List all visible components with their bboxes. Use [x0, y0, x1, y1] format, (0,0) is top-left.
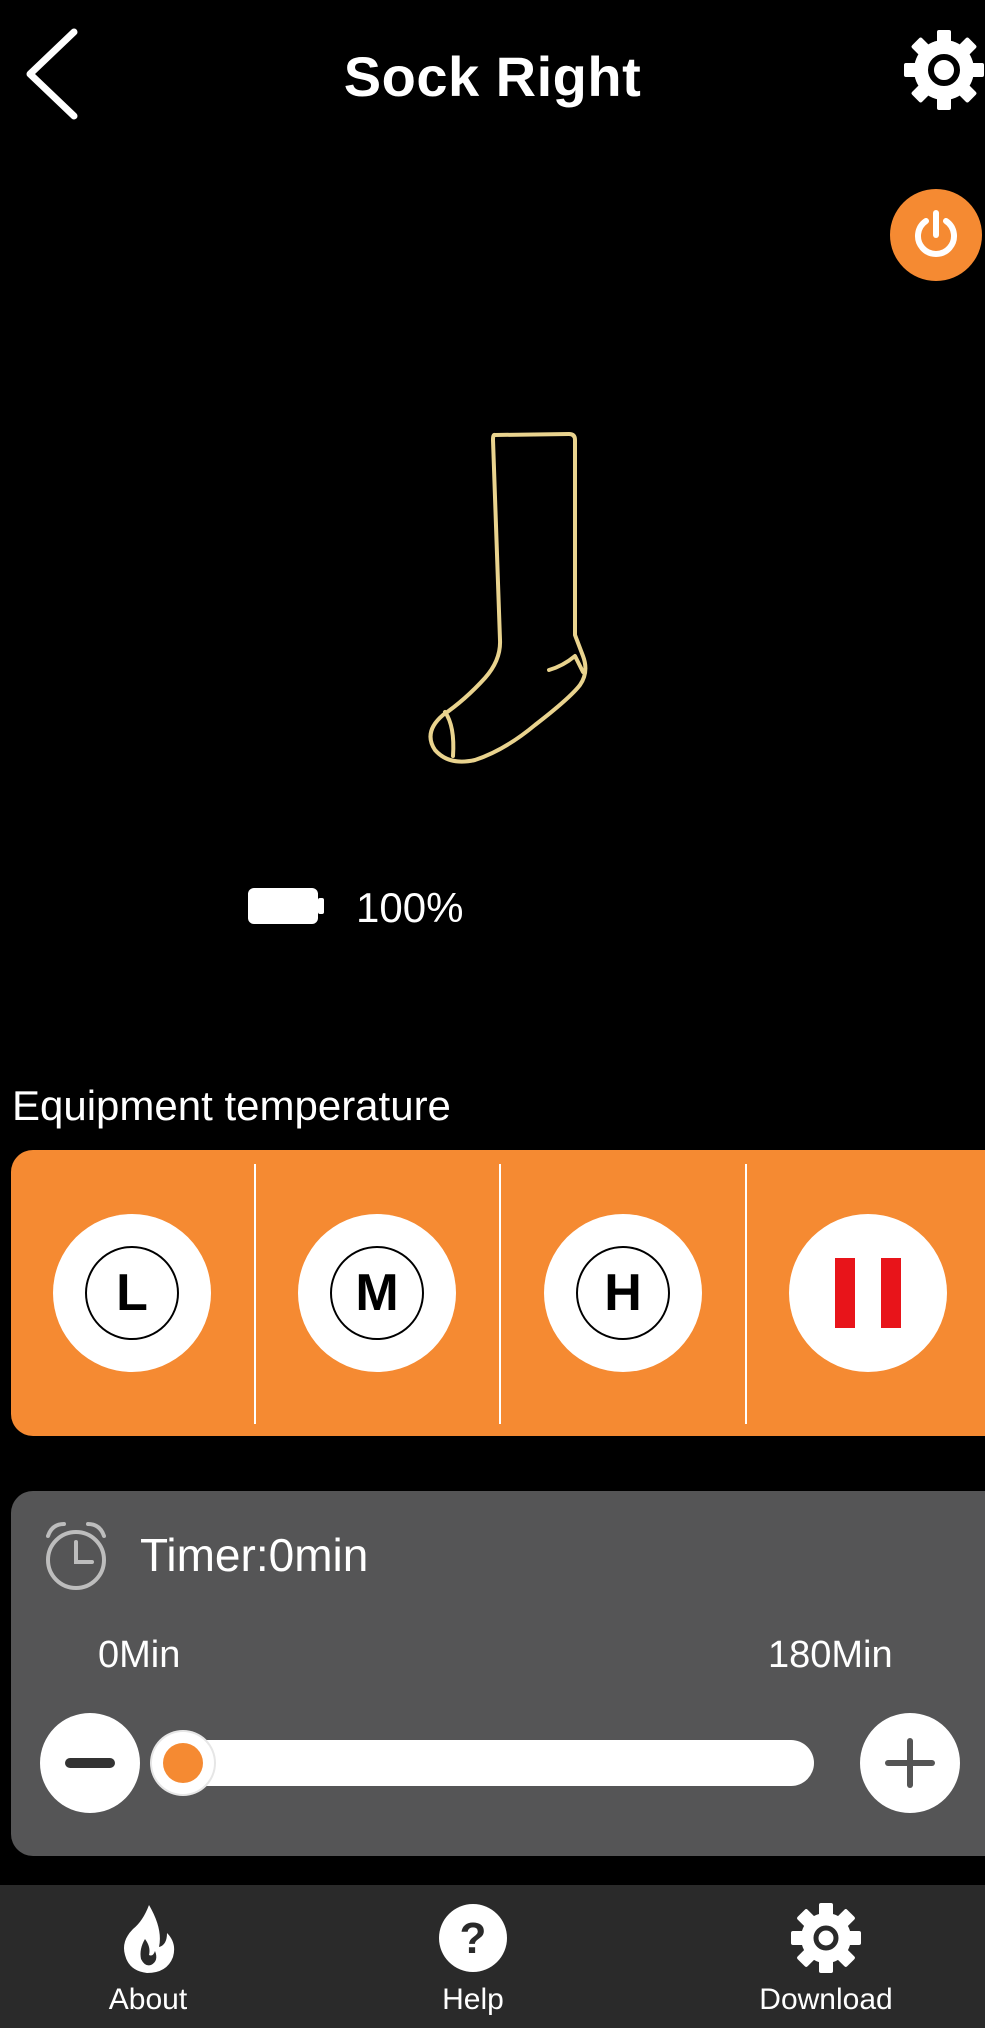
- nav-label-about: About: [108, 1983, 188, 2016]
- timer-slider[interactable]: [152, 1732, 814, 1794]
- nav-item-about[interactable]: About: [38, 1885, 258, 2028]
- power-button[interactable]: [890, 189, 982, 281]
- gear-icon: [791, 1903, 861, 1973]
- pause-button[interactable]: [789, 1214, 947, 1372]
- level-medium-button[interactable]: M: [298, 1214, 456, 1372]
- pause-icon: [822, 1258, 914, 1328]
- battery-icon: [248, 888, 324, 924]
- timer-min-label: 0Min: [98, 1634, 181, 1676]
- level-low-label: L: [85, 1246, 179, 1340]
- nav-label-download: Download: [759, 1983, 893, 2016]
- level-high-button[interactable]: H: [544, 1214, 702, 1372]
- alarm-clock-icon: [46, 1522, 106, 1590]
- minus-icon: [65, 1758, 115, 1768]
- question-icon: ?: [439, 1904, 507, 1972]
- level-low-button[interactable]: L: [53, 1214, 211, 1372]
- gear-icon[interactable]: [900, 26, 985, 126]
- divider: [745, 1164, 747, 1424]
- level-high-label: H: [576, 1246, 670, 1340]
- bottom-nav: About ? Help Download: [0, 1885, 985, 2028]
- battery-level: 100%: [356, 884, 464, 931]
- timer-slider-thumb[interactable]: [152, 1732, 214, 1794]
- flame-icon: [124, 1905, 175, 1973]
- divider: [254, 1164, 256, 1424]
- power-icon: [915, 210, 957, 257]
- nav-label-help: Help: [442, 1983, 504, 2016]
- page-title: Sock Right: [343, 45, 642, 108]
- plus-icon: [885, 1738, 935, 1788]
- decrease-timer-button[interactable]: [40, 1713, 140, 1813]
- temperature-panel: L M H: [11, 1150, 985, 1436]
- timer-max-label: 180Min: [768, 1634, 893, 1676]
- temperature-label: Equipment temperature: [12, 1082, 451, 1129]
- divider: [499, 1164, 501, 1424]
- svg-text:?: ?: [460, 1914, 487, 1963]
- timer-status: Timer:0min: [140, 1529, 369, 1581]
- level-medium-label: M: [330, 1246, 424, 1340]
- increase-timer-button[interactable]: [860, 1713, 960, 1813]
- nav-item-download[interactable]: Download: [716, 1885, 936, 2028]
- sock-image: [428, 432, 588, 764]
- nav-item-help[interactable]: ? Help: [363, 1885, 583, 2028]
